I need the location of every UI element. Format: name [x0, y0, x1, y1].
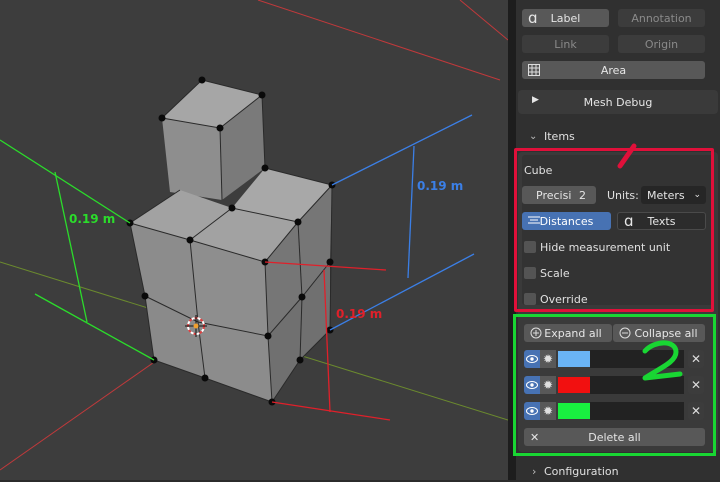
label-button[interactable]: ɑ Label [522, 9, 609, 27]
dimension-label-green: 0.19 m [69, 212, 116, 226]
area-button[interactable]: Area [522, 61, 705, 79]
axis-line-corner [459, 0, 508, 41]
highlight-box-1 [514, 148, 714, 312]
mesh-debug-subpanel-header[interactable]: ▶ Mesh Debug [518, 90, 718, 114]
highlight-box-2 [513, 314, 716, 456]
origin-button[interactable]: Origin [618, 35, 705, 53]
dimension-blue [329, 114, 475, 331]
dimension-green [0, 139, 155, 361]
chevron-right-icon: › [532, 464, 537, 478]
dimension-label-blue: 0.19 m [417, 179, 464, 193]
triangle-right-icon: ▶ [532, 95, 539, 105]
y-axis-line-top [257, 0, 501, 81]
viewport-scene [0, 0, 508, 471]
dimension-label-red: 0.19 m [336, 307, 383, 321]
annotation-button[interactable]: Annotation [618, 9, 705, 27]
items-section-header[interactable]: ⌄ Items [516, 125, 720, 147]
3d-viewport[interactable]: 0.19 m 0.19 m 0.19 m [0, 0, 508, 480]
cube-face-front [162, 118, 222, 200]
configuration-section-header[interactable]: › Configuration [516, 460, 720, 482]
grid-icon [528, 61, 540, 79]
link-button[interactable]: Link [522, 35, 609, 53]
text-a-icon: ɑ [528, 9, 538, 27]
chevron-down-icon: ⌄ [529, 130, 538, 142]
